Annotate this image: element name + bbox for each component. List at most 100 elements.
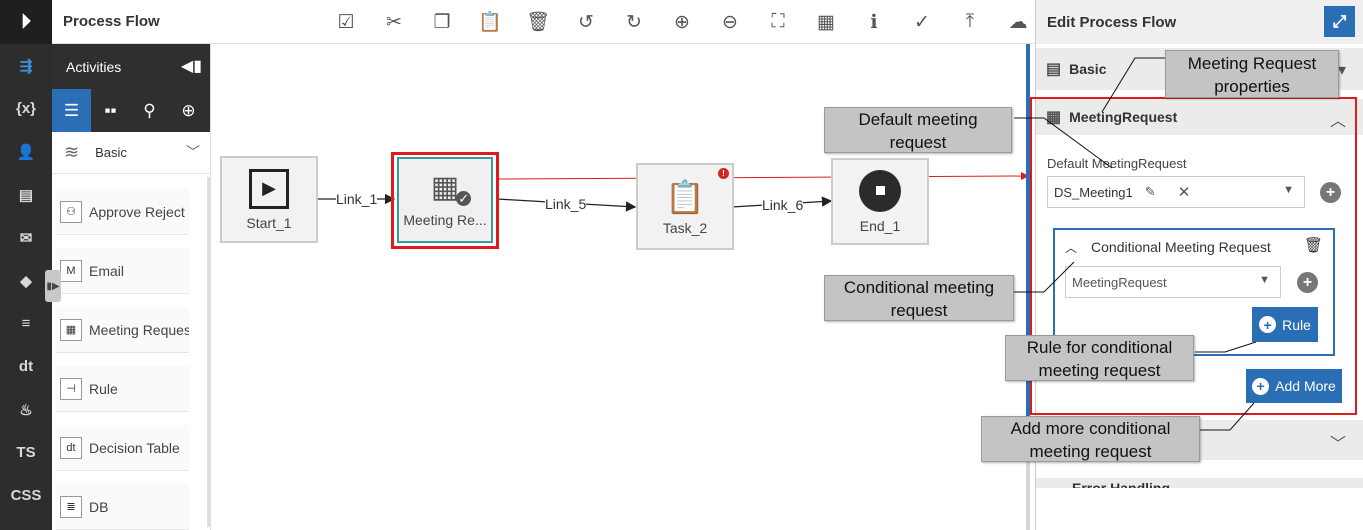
cut-icon[interactable]: ✂ xyxy=(370,0,418,44)
variables-icon[interactable]: {x} xyxy=(0,87,52,130)
collapse-panel-icon[interactable]: ◀▮ xyxy=(181,56,202,76)
top-bar: Process Flow ☑ ✂ ❐ 📋 🗑 ↺ ↻ ⊕ ⊖ ⛶ ▦ ℹ ✓ ⤒ ☁ xyxy=(52,0,1035,44)
chevron-down-icon: ﹀ xyxy=(186,144,200,160)
zoom-out-icon[interactable]: ⊖ xyxy=(706,0,754,44)
category-label: Basic xyxy=(95,145,127,160)
layers-icon: ≋ xyxy=(64,142,80,162)
add-more-callout: Add more conditional meeting request xyxy=(981,416,1200,462)
callout-line: Rule for conditional xyxy=(1026,338,1173,357)
list-view-icon[interactable]: ☰ xyxy=(52,89,91,132)
default-meeting-callout: Default meeting request xyxy=(824,107,1012,153)
activity-item[interactable]: ⊣ Rule xyxy=(56,366,189,412)
rule-callout: Rule for conditional meeting request xyxy=(1005,335,1194,381)
meeting-request-node[interactable]: ▦ ✓ Meeting Re... xyxy=(397,157,493,243)
activities-scrollbar[interactable] xyxy=(207,177,210,527)
chevron-down-icon: ▾ xyxy=(1337,62,1346,79)
decision-table-icon: dt xyxy=(60,436,82,459)
basic-section-icon: ▤ xyxy=(1046,61,1062,78)
css-file-icon[interactable]: CSS xyxy=(0,474,52,517)
stop-icon xyxy=(859,169,901,212)
page-title: Process Flow xyxy=(63,13,160,30)
activity-label: Rule xyxy=(89,380,118,397)
document-icon[interactable]: ▤ xyxy=(0,173,52,216)
grid-view-icon[interactable]: ▪▪ xyxy=(91,89,130,132)
panel-splitter-handle[interactable]: ▮▶ xyxy=(45,270,61,302)
email-icon: M xyxy=(60,259,82,282)
callout-line: Conditional meeting xyxy=(843,278,995,297)
info-icon[interactable]: ℹ xyxy=(850,0,898,44)
redo-icon[interactable]: ↻ xyxy=(610,0,658,44)
callout-line: Add more conditional xyxy=(1010,419,1171,438)
task-node-label: Task_2 xyxy=(662,219,708,236)
link-6-label[interactable]: Link_6 xyxy=(762,197,804,213)
chevron-down-icon: ﹀ xyxy=(1329,436,1346,453)
activity-item[interactable]: ⚇ Approve Reject xyxy=(56,189,189,235)
properties-title: Edit Process Flow xyxy=(1047,13,1177,31)
add-activity-icon[interactable]: ⊕ xyxy=(169,89,208,132)
user-icon[interactable]: 👤 xyxy=(0,130,52,173)
icon-rail: ⏵ ⇶ {x} 👤 ▤ ✉ ◆ ≡ dt ♨ TS CSS xyxy=(0,0,52,530)
activity-label: DB xyxy=(89,498,109,515)
callout-line: request xyxy=(889,133,947,152)
activity-item[interactable]: ≣ DB xyxy=(56,484,189,530)
properties-header: Edit Process Flow ⤢ xyxy=(1036,0,1363,44)
check-icon[interactable]: ✓ xyxy=(898,0,946,44)
task-clipboard-icon: 📋 xyxy=(665,178,705,215)
paste-icon[interactable]: 📋 xyxy=(466,0,514,44)
start-node[interactable]: ▶ Start_1 xyxy=(220,156,318,243)
activities-panel: Activities ◀▮ ☰ ▪▪ ⚲ ⊕ ≋ Basic ﹀ ⚇ Approv… xyxy=(52,44,211,530)
error-handling-label: Error Handling xyxy=(1072,480,1171,488)
app-logo-icon[interactable]: ⏵ xyxy=(0,0,52,44)
link-1-label[interactable]: Link_1 xyxy=(336,191,378,207)
category-selector[interactable]: ≋ Basic ﹀ xyxy=(52,132,210,174)
validate-icon[interactable]: ☑ xyxy=(322,0,370,44)
play-icon: ▶ xyxy=(249,168,289,209)
rule-icon: ⊣ xyxy=(60,377,82,400)
activity-item[interactable]: M Email xyxy=(56,248,189,294)
error-handling-section-header[interactable]: Error Handling xyxy=(1036,478,1363,488)
search-icon[interactable]: ⚲ xyxy=(130,89,169,132)
db-icon: ≣ xyxy=(60,495,82,518)
callout-line: meeting request xyxy=(1038,361,1161,380)
approve-reject-icon: ⚇ xyxy=(60,200,82,223)
flow-icon[interactable]: ⇶ xyxy=(0,44,52,87)
java-icon[interactable]: ♨ xyxy=(0,388,52,431)
activity-item[interactable]: ▦ Meeting Request xyxy=(56,307,189,353)
ts-file-icon[interactable]: TS xyxy=(0,431,52,474)
activities-header: Activities ◀▮ xyxy=(52,44,210,89)
grid-icon[interactable]: ▦ xyxy=(802,0,850,44)
activity-label: Meeting Request xyxy=(89,321,189,338)
activity-label: Decision Table xyxy=(89,439,180,456)
upload-icon[interactable]: ⤒ xyxy=(946,0,994,44)
activity-label: Approve Reject xyxy=(89,203,185,220)
properties-pointer-line xyxy=(497,172,1029,181)
conditional-meeting-callout: Conditional meeting request xyxy=(824,275,1014,321)
fit-screen-icon[interactable]: ⛶ xyxy=(754,0,802,44)
meeting-request-icon: ▦ xyxy=(60,318,82,341)
end-node-label: End_1 xyxy=(859,217,901,234)
database-icon[interactable]: ≡ xyxy=(0,302,52,345)
start-node-label: Start_1 xyxy=(246,214,292,231)
decision-table-icon[interactable]: dt xyxy=(0,345,52,388)
end-node[interactable]: End_1 xyxy=(831,158,929,245)
meeting-node-label: Meeting Re... xyxy=(403,212,487,228)
link-5-label[interactable]: Link_5 xyxy=(545,196,587,212)
copy-icon[interactable]: ❐ xyxy=(418,0,466,44)
expand-panel-icon[interactable]: ⤢ xyxy=(1324,6,1355,37)
basic-section-label: Basic xyxy=(1069,61,1107,77)
undo-icon[interactable]: ↺ xyxy=(562,0,610,44)
toolbar: ☑ ✂ ❐ 📋 🗑 ↺ ↻ ⊕ ⊖ ⛶ ▦ ℹ ✓ ⤒ ☁ xyxy=(322,0,1042,44)
zoom-in-icon[interactable]: ⊕ xyxy=(658,0,706,44)
callout-line: request xyxy=(890,301,948,320)
activity-label: Email xyxy=(89,262,125,279)
callout-line: properties xyxy=(1214,77,1290,96)
mail-icon[interactable]: ✉ xyxy=(0,216,52,259)
activities-title: Activities xyxy=(66,58,122,75)
delete-icon[interactable]: 🗑 xyxy=(514,0,562,44)
callout-line: meeting request xyxy=(1029,442,1152,461)
callout-line: Meeting Request xyxy=(1187,54,1317,73)
callout-line: Default meeting xyxy=(858,110,978,129)
activity-item[interactable]: dt Decision Table xyxy=(56,425,189,471)
meeting-properties-callout: Meeting Request properties xyxy=(1165,50,1339,98)
meeting-calendar-icon: ▦ ✓ xyxy=(431,172,472,206)
